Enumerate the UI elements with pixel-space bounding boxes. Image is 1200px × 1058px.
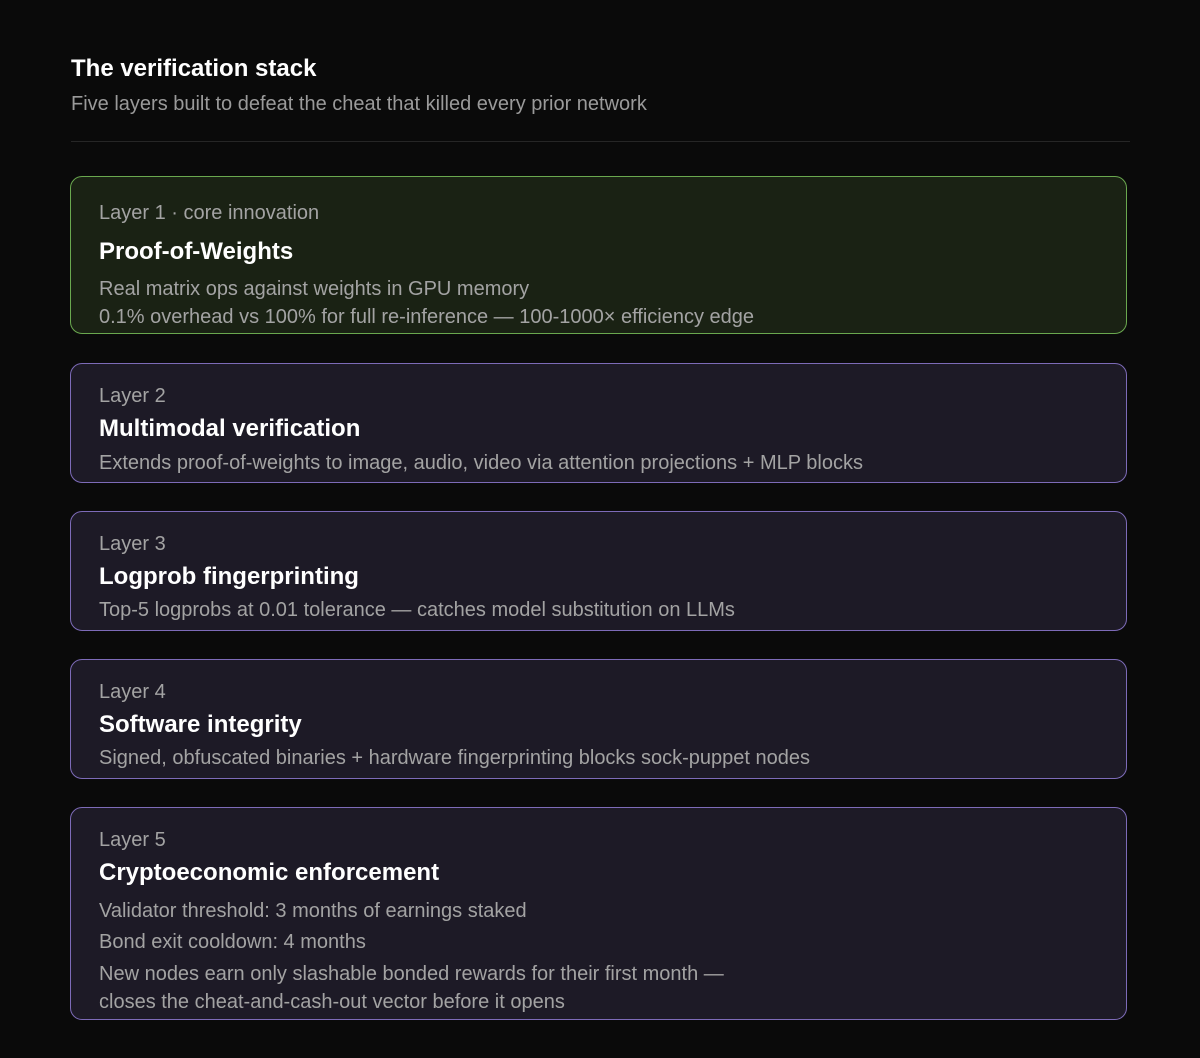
page-title: The verification stack bbox=[71, 55, 317, 82]
layer-title: Software integrity bbox=[99, 711, 302, 738]
layer-description: New nodes earn only slashable bonded rew… bbox=[99, 963, 724, 985]
layer-card-3: Layer 3 Logprob fingerprinting Top-5 log… bbox=[70, 511, 1127, 631]
layer-label: Layer 2 bbox=[99, 385, 166, 407]
layer-label: Layer 4 bbox=[99, 681, 166, 703]
layer-label: Layer 5 bbox=[99, 829, 166, 851]
layer-description: 0.1% overhead vs 100% for full re-infere… bbox=[99, 306, 755, 328]
header-divider bbox=[71, 141, 1130, 142]
layer-title: Proof-of-Weights bbox=[99, 238, 294, 265]
layer-description: Signed, obfuscated binaries + hardware f… bbox=[99, 747, 810, 769]
layer-card-2: Layer 2 Multimodal verification Extends … bbox=[70, 363, 1127, 483]
layer-description: Validator threshold: 3 months of earning… bbox=[99, 900, 527, 922]
layer-description: Extends proof-of-weights to image, audio… bbox=[99, 452, 863, 474]
layer-label: Layer 3 bbox=[99, 533, 166, 555]
layer-description: Bond exit cooldown: 4 months bbox=[99, 931, 366, 953]
layer-description: Top-5 logprobs at 0.01 tolerance — catch… bbox=[99, 599, 735, 621]
layer-card-5: Layer 5 Cryptoeconomic enforcement Valid… bbox=[70, 807, 1127, 1020]
layer-description: Real matrix ops against weights in GPU m… bbox=[99, 278, 530, 300]
layer-title: Logprob fingerprinting bbox=[99, 563, 359, 590]
layer-title: Cryptoeconomic enforcement bbox=[99, 859, 440, 886]
verification-stack-panel: The verification stack Five layers built… bbox=[0, 0, 1200, 1058]
layer-card-1: Layer 1 · core innovation Proof-of-Weigh… bbox=[70, 176, 1127, 334]
layer-card-4: Layer 4 Software integrity Signed, obfus… bbox=[70, 659, 1127, 779]
page-subtitle: Five layers built to defeat the cheat th… bbox=[71, 93, 647, 115]
layer-label: Layer 1 · core innovation bbox=[99, 202, 320, 224]
layer-title: Multimodal verification bbox=[99, 415, 361, 442]
layer-description: closes the cheat-and-cash-out vector bef… bbox=[99, 991, 565, 1013]
header: The verification stack Five layers built… bbox=[71, 55, 1130, 116]
